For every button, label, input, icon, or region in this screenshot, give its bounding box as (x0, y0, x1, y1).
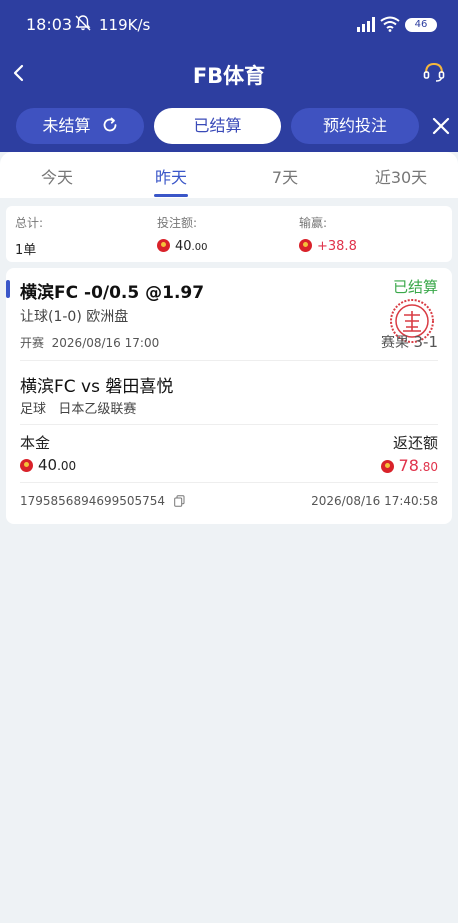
winloss-label: 输赢: (299, 216, 328, 230)
kickoff-time: 开赛 2026/08/16 17:00 (20, 336, 160, 350)
summary-panel: 总计: 1单 投注额: 40.00 输赢: +38.8 (6, 206, 452, 262)
status-badge: 已结算 (392, 278, 438, 296)
return-value: 78.80 (380, 456, 438, 475)
headset-icon[interactable] (422, 60, 446, 84)
match-name: 横滨FC vs 磐田喜悦 (20, 377, 174, 397)
total-label: 总计: (15, 216, 44, 230)
bet-market: 让球(1-0) 欧洲盘 (20, 309, 129, 325)
principal-label: 本金 (20, 434, 51, 452)
order-number: 1795856894699505754 (20, 494, 185, 508)
status-bar: 18:03 119K/s 46 (0, 0, 458, 50)
return-label: 返还额 (392, 434, 438, 452)
card-accent-bar (6, 280, 10, 298)
principal-value: 40.00 (20, 456, 76, 474)
wifi-icon (380, 16, 400, 32)
winloss-value: +38.8 (299, 239, 357, 254)
tab-today[interactable]: 今天 (0, 164, 114, 188)
close-icon[interactable] (430, 115, 452, 137)
coin-icon (380, 460, 394, 473)
coin-icon (157, 239, 170, 252)
coin-icon (299, 239, 312, 252)
tab-reservation-bets[interactable]: 预约投注 (291, 108, 419, 144)
summary-winloss: 输赢: +38.8 (299, 214, 357, 254)
bet-record-card[interactable]: 横滨FC -0/0.5 @1.97 已结算 让球(1-0) 欧洲盘 开赛 202… (6, 268, 452, 524)
mute-icon (75, 15, 91, 31)
settle-time: 2026/08/16 17:40:58 (311, 494, 438, 508)
divider (20, 360, 438, 361)
page-title: FB体育 (192, 64, 266, 88)
date-range-tabs: 今天 昨天 7天 近30天 (0, 152, 458, 198)
stake-value: 40.00 (157, 239, 207, 254)
signal-icon (357, 17, 375, 32)
summary-total: 总计: 1单 (15, 214, 43, 258)
network-speed: 119K/s (99, 16, 151, 34)
divider (20, 482, 438, 483)
divider (20, 424, 438, 425)
stake-label: 投注额: (157, 216, 198, 230)
nav-bar: FB体育 (0, 50, 458, 100)
refresh-icon[interactable] (102, 117, 118, 133)
tab-unsettled[interactable]: 未结算 (16, 108, 144, 144)
tab-settled[interactable]: 已结算 (154, 108, 281, 144)
match-result: 赛果 3-1 (381, 333, 438, 351)
coin-icon (20, 459, 33, 472)
tab-unsettled-label: 未结算 (42, 116, 91, 135)
active-tab-indicator (154, 194, 188, 197)
battery-icon: 46 (405, 18, 437, 32)
bet-selection: 横滨FC -0/0.5 @1.97 (20, 283, 205, 303)
tab-30-days[interactable]: 近30天 (344, 164, 458, 188)
league-info: 足球 日本乙级联赛 (20, 402, 137, 417)
tab-7-days[interactable]: 7天 (228, 164, 342, 188)
copy-icon[interactable] (174, 495, 185, 507)
total-value: 1单 (15, 243, 37, 258)
settlement-filter-tabs: 未结算 已结算 预约投注 (0, 105, 458, 145)
tab-yesterday[interactable]: 昨天 (114, 164, 228, 188)
app-header: 18:03 119K/s 46 FB体育 未结算 已结算 预约投注 (0, 0, 458, 152)
status-time: 18:03 (26, 15, 73, 34)
summary-stake: 投注额: 40.00 (157, 214, 207, 254)
